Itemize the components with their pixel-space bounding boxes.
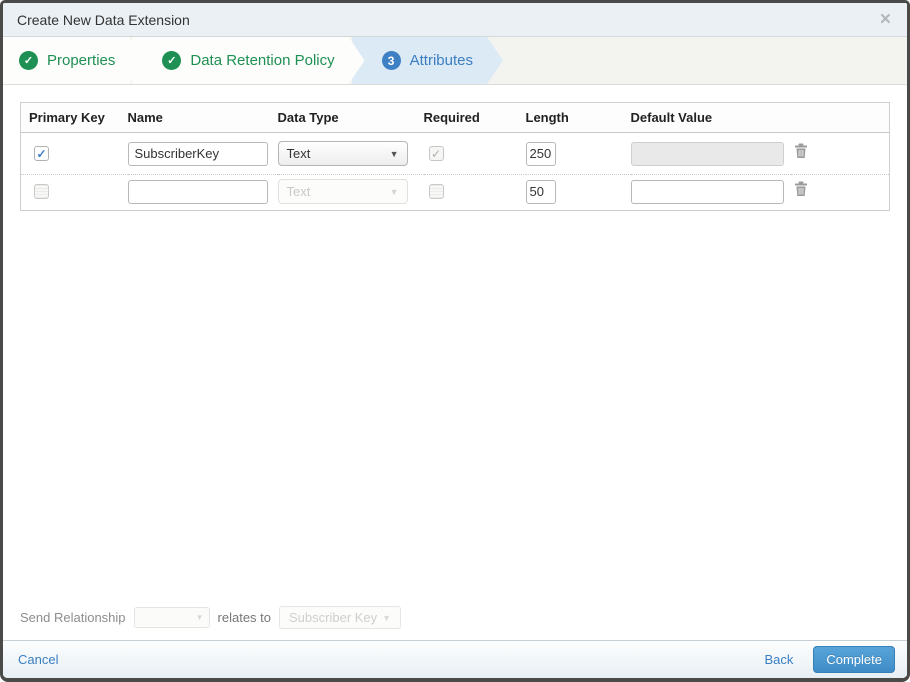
header-data-type: Data Type bbox=[277, 102, 424, 133]
send-relationship-select: ▼ bbox=[133, 607, 210, 628]
wizard-step-attributes[interactable]: 3 Attributes bbox=[352, 37, 503, 84]
header-actions bbox=[790, 102, 890, 133]
relates-to-label: relates to bbox=[217, 610, 272, 625]
name-input[interactable] bbox=[127, 141, 268, 166]
step-label: Attributes bbox=[409, 52, 473, 69]
close-icon[interactable]: × bbox=[878, 10, 893, 29]
length-input[interactable] bbox=[525, 141, 556, 166]
data-type-select[interactable]: Text ▼ bbox=[277, 141, 408, 166]
data-type-value: Text bbox=[286, 146, 311, 161]
default-value-input bbox=[630, 141, 784, 166]
attributes-panel: Primary Key Name Data Type Required Leng… bbox=[3, 85, 907, 640]
table-header-row: Primary Key Name Data Type Required Leng… bbox=[20, 102, 890, 133]
modal-title: Create New Data Extension bbox=[17, 11, 190, 28]
modal-footer: Cancel Back Complete bbox=[3, 640, 907, 678]
chevron-down-icon: ▼ bbox=[382, 612, 392, 623]
data-type-select: Text ▼ bbox=[277, 179, 408, 204]
primary-key-checkbox[interactable] bbox=[34, 184, 49, 199]
chevron-down-icon: ▼ bbox=[389, 186, 399, 197]
name-input[interactable] bbox=[127, 179, 268, 204]
cancel-link[interactable]: Cancel bbox=[18, 652, 58, 667]
trash-icon[interactable] bbox=[794, 181, 808, 202]
send-relationship-row: Send Relationship ▼ relates to Subscribe… bbox=[20, 606, 402, 629]
chevron-down-icon: ▼ bbox=[195, 613, 204, 622]
subscriber-key-select: Subscriber Key ▼ bbox=[279, 606, 402, 629]
header-default-value: Default Value bbox=[630, 102, 791, 133]
create-data-extension-modal: Create New Data Extension × ✓ Properties… bbox=[0, 0, 910, 682]
required-checkbox: ✓ bbox=[428, 146, 444, 161]
wizard-step-data-retention-policy[interactable]: ✓ Data Retention Policy bbox=[132, 37, 364, 84]
modal-titlebar: Create New Data Extension × bbox=[3, 3, 907, 37]
wizard-stepbar: ✓ Properties ✓ Data Retention Policy 3 A… bbox=[3, 37, 907, 85]
default-value-input[interactable] bbox=[630, 179, 784, 204]
attribute-row-1: ✓ Text ▼ ✓ bbox=[20, 132, 890, 175]
required-checkbox[interactable] bbox=[428, 184, 444, 199]
step-number-badge: 3 bbox=[382, 51, 401, 70]
step-label: Properties bbox=[47, 52, 116, 69]
chevron-down-icon: ▼ bbox=[389, 148, 399, 159]
header-length: Length bbox=[525, 102, 631, 133]
attribute-row-2: Text ▼ bbox=[20, 174, 890, 211]
step-label: Data Retention Policy bbox=[190, 52, 335, 69]
complete-button[interactable]: Complete bbox=[813, 646, 895, 673]
data-type-value: Text bbox=[286, 184, 311, 199]
step-complete-check-icon: ✓ bbox=[162, 51, 181, 70]
header-required: Required bbox=[423, 102, 526, 133]
send-relationship-label: Send Relationship bbox=[20, 610, 126, 625]
attributes-table: Primary Key Name Data Type Required Leng… bbox=[20, 102, 890, 211]
header-name: Name bbox=[127, 102, 278, 133]
trash-icon[interactable] bbox=[794, 143, 808, 164]
step-complete-check-icon: ✓ bbox=[19, 51, 38, 70]
subscriber-key-value: Subscriber Key bbox=[289, 610, 378, 625]
header-primary-key: Primary Key bbox=[20, 102, 128, 133]
back-link[interactable]: Back bbox=[764, 652, 793, 667]
length-input[interactable] bbox=[525, 179, 556, 204]
wizard-step-properties[interactable]: ✓ Properties bbox=[3, 37, 145, 84]
primary-key-checkbox[interactable]: ✓ bbox=[34, 146, 49, 161]
